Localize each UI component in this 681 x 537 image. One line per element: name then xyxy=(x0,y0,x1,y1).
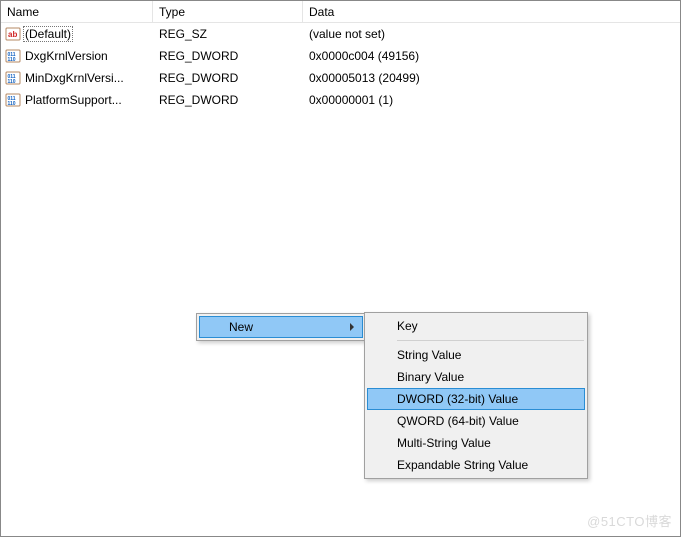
menu-item-string-value[interactable]: String Value xyxy=(367,344,585,366)
reg-dword-icon: 011110 xyxy=(5,92,21,108)
value-name: MinDxgKrnlVersi... xyxy=(23,71,126,85)
value-type: REG_DWORD xyxy=(153,93,303,107)
watermark: @51CTO博客 xyxy=(587,511,672,530)
list-item[interactable]: 011110 PlatformSupport... REG_DWORD 0x00… xyxy=(1,89,680,111)
column-header-name[interactable]: Name xyxy=(1,1,153,22)
value-data: (value not set) xyxy=(303,27,680,41)
value-name: PlatformSupport... xyxy=(23,93,124,107)
value-data: 0x00005013 (20499) xyxy=(303,71,680,85)
menu-item-label: Key xyxy=(397,319,418,333)
svg-text:ab: ab xyxy=(8,30,17,39)
reg-dword-icon: 011110 xyxy=(5,48,21,64)
menu-item-expandable-string-value[interactable]: Expandable String Value xyxy=(367,454,585,476)
menu-item-label: DWORD (32-bit) Value xyxy=(397,392,518,406)
context-menu: New xyxy=(196,313,366,341)
menu-item-label: QWORD (64-bit) Value xyxy=(397,414,519,428)
list-item[interactable]: 011110 MinDxgKrnlVersi... REG_DWORD 0x00… xyxy=(1,67,680,89)
submenu-arrow-icon xyxy=(350,323,354,331)
svg-text:110: 110 xyxy=(8,57,16,63)
value-type: REG_DWORD xyxy=(153,49,303,63)
reg-sz-icon: ab xyxy=(5,26,21,42)
menu-item-label: Expandable String Value xyxy=(397,458,528,472)
column-header-type[interactable]: Type xyxy=(153,1,303,22)
menu-item-multi-string-value[interactable]: Multi-String Value xyxy=(367,432,585,454)
menu-item-label: Binary Value xyxy=(397,370,464,384)
value-type: REG_DWORD xyxy=(153,71,303,85)
menu-item-qword-value[interactable]: QWORD (64-bit) Value xyxy=(367,410,585,432)
svg-text:110: 110 xyxy=(8,101,16,107)
context-submenu-new: Key String Value Binary Value DWORD (32-… xyxy=(364,312,588,479)
menu-separator xyxy=(397,340,584,341)
value-data: 0x0000c004 (49156) xyxy=(303,49,680,63)
menu-item-label: String Value xyxy=(397,348,461,362)
menu-item-label: Multi-String Value xyxy=(397,436,491,450)
menu-item-dword-value[interactable]: DWORD (32-bit) Value xyxy=(367,388,585,410)
menu-item-label: New xyxy=(229,320,253,334)
value-name: DxgKrnlVersion xyxy=(23,49,110,63)
list-item[interactable]: 011110 DxgKrnlVersion REG_DWORD 0x0000c0… xyxy=(1,45,680,67)
reg-dword-icon: 011110 xyxy=(5,70,21,86)
column-header-data[interactable]: Data xyxy=(303,1,680,22)
menu-item-binary-value[interactable]: Binary Value xyxy=(367,366,585,388)
registry-value-list: ab (Default) REG_SZ (value not set) 0111… xyxy=(1,23,680,111)
context-menu-wrap: New Key String Value Binary Value DWORD … xyxy=(196,313,366,341)
value-data: 0x00000001 (1) xyxy=(303,93,680,107)
svg-text:110: 110 xyxy=(8,79,16,85)
menu-item-new[interactable]: New xyxy=(199,316,363,338)
value-name: (Default) xyxy=(23,26,73,42)
list-header: Name Type Data xyxy=(1,1,680,23)
menu-item-key[interactable]: Key xyxy=(367,315,585,337)
list-item[interactable]: ab (Default) REG_SZ (value not set) xyxy=(1,23,680,45)
value-type: REG_SZ xyxy=(153,27,303,41)
